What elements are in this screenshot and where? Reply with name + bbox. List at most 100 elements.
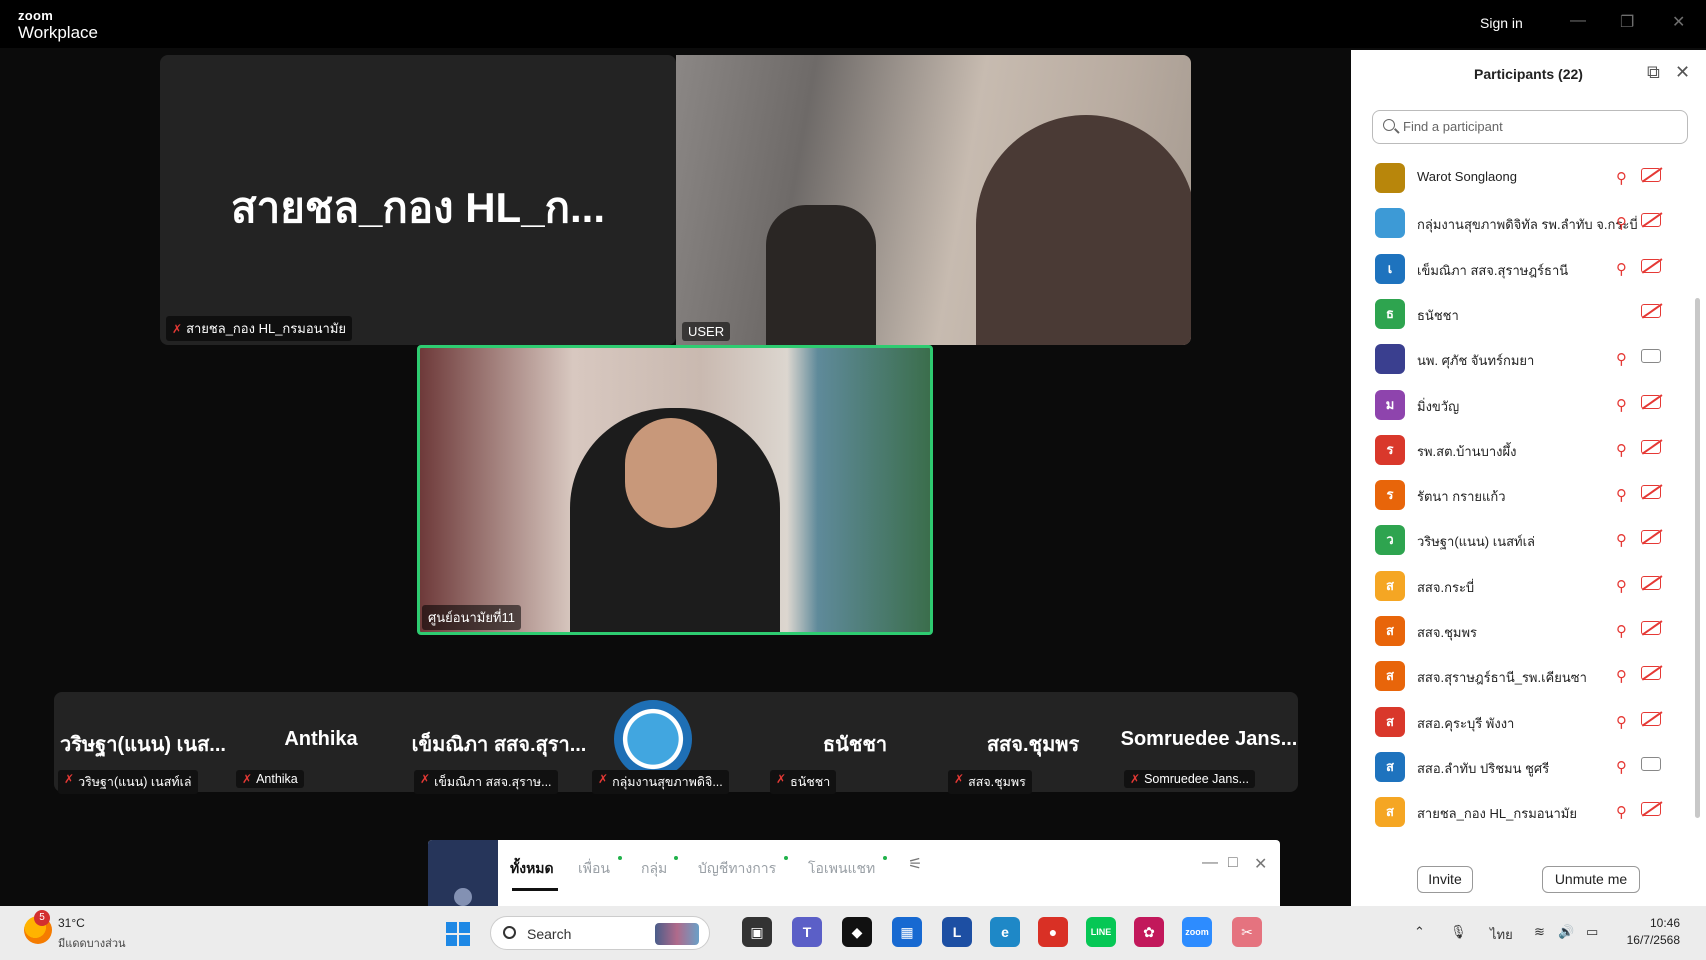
minimize-button[interactable]: — [1570, 12, 1586, 30]
participant-row[interactable]: ธ ธนัชชา [1351, 290, 1691, 335]
participant-row[interactable]: ร รพ.สต.บ้านบางผึ้ง ⚲ [1351, 426, 1691, 471]
input-language[interactable]: ไทย [1490, 924, 1513, 945]
mic-muted-icon[interactable]: ⚲ [1616, 214, 1627, 232]
chat-tab-all[interactable]: ทั้งหมด [510, 858, 554, 880]
video-off-icon[interactable] [1641, 213, 1661, 228]
video-tile-name-only[interactable]: สายชล_กอง HL_ก... ✗ สายชล_กอง HL_กรมอนาม… [160, 55, 676, 345]
strip-tile[interactable]: สสจ.ชุมพร ✗ สสจ.ชุมพร [944, 692, 1122, 794]
participant-name: สสอ.คุระบุรี พังงา [1417, 715, 1515, 731]
wifi-icon[interactable]: ≋ [1534, 924, 1545, 940]
mic-muted-icon[interactable]: ⚲ [1616, 667, 1627, 685]
video-off-icon[interactable] [1641, 439, 1661, 454]
strip-tile[interactable]: Somruedee Jans... ✗ Somruedee Jans... [1120, 692, 1298, 792]
participant-list-scrollbar[interactable] [1695, 298, 1700, 818]
video-off-icon[interactable] [1641, 575, 1661, 590]
taskbar-search-box[interactable]: Search [490, 916, 710, 950]
video-off-icon[interactable] [1641, 485, 1661, 500]
video-off-icon[interactable] [1641, 802, 1661, 817]
weather-temperature: 31°C [58, 916, 85, 930]
snipping-app-icon[interactable]: ✂ [1232, 917, 1262, 947]
video-off-icon[interactable] [1641, 303, 1661, 318]
clock[interactable]: 10:46 16/7/2568 [1622, 915, 1680, 949]
teams-app-icon[interactable]: T [792, 917, 822, 947]
participant-row[interactable]: ส สสจ.สุราษฎร์ธานี_รพ.เคียนซา ⚲ [1351, 652, 1691, 697]
video-on-icon[interactable] [1641, 349, 1661, 364]
video-off-icon[interactable] [1641, 711, 1661, 726]
user-avatar[interactable] [454, 888, 472, 906]
participant-row[interactable]: ร รัตนา กรายแก้ว ⚲ [1351, 471, 1691, 516]
chat-tab-openchat[interactable]: โอเพนแชท [808, 858, 875, 880]
participant-row[interactable]: ม มิ่งขวัญ ⚲ [1351, 381, 1691, 426]
task-view-app-icon[interactable]: ▣ [742, 917, 772, 947]
participant-row[interactable]: กลุ่มงานสุขภาพดิจิทัล รพ.ลำทับ จ.กระบี่ ⚲ [1351, 199, 1691, 244]
participant-row[interactable]: ว วริษฐา(แนน) เนสท์เล่ ⚲ [1351, 516, 1691, 561]
sign-in-button[interactable]: Sign in [1480, 15, 1523, 31]
video-tile-user[interactable]: USER [676, 55, 1191, 345]
video-off-icon[interactable] [1641, 530, 1661, 545]
volume-icon[interactable]: 🔊 [1558, 924, 1574, 940]
chat-tab-friends[interactable]: เพื่อน [578, 858, 610, 880]
mic-muted-icon[interactable]: ⚲ [1616, 758, 1627, 776]
strip-display-name: Somruedee Jans... [1120, 728, 1298, 750]
mic-muted-icon[interactable]: ⚲ [1616, 350, 1627, 368]
start-button[interactable] [446, 922, 470, 946]
strip-tile[interactable]: เข็มณิภา สสจ.สุรา... ✗ เข็มณิภา สสจ.สุราษ… [410, 692, 588, 794]
participant-row[interactable]: ส สสอ.ลำทับ ปริชมน ชูศรี ⚲ [1351, 743, 1691, 788]
video-off-icon[interactable] [1641, 621, 1661, 635]
edge-app-icon[interactable]: e [990, 917, 1020, 947]
chat-close-button[interactable]: ✕ [1254, 854, 1267, 874]
participant-row[interactable]: ส สสจ.ชุมพร ⚲ [1351, 607, 1691, 652]
l-app-app-icon[interactable]: L [942, 917, 972, 947]
pop-out-icon[interactable]: ⧉ [1647, 62, 1660, 83]
search-icon [1383, 119, 1395, 131]
restore-button[interactable]: ❐ [1620, 12, 1634, 32]
video-off-icon[interactable] [1641, 394, 1661, 409]
participant-row[interactable]: Warot Songlaong ⚲ [1351, 154, 1691, 199]
video-off-icon[interactable] [1641, 168, 1661, 182]
chevron-up-icon[interactable]: ⌃ [1414, 924, 1425, 940]
strip-tile[interactable]: Anthika ✗ Anthika [232, 692, 410, 792]
mic-muted-icon[interactable]: ⚲ [1616, 486, 1627, 504]
participant-row[interactable]: นพ. ศุภัช จันทร์กมยา ⚲ [1351, 335, 1691, 380]
unmute-me-button[interactable]: Unmute me [1542, 866, 1640, 893]
close-window-button[interactable]: ✕ [1672, 12, 1685, 32]
chat-tab-official[interactable]: บัญชีทางการ [698, 858, 776, 880]
photos-app-icon[interactable]: ✿ [1134, 917, 1164, 947]
mic-muted-icon[interactable]: ⚲ [1616, 622, 1627, 640]
mic-muted-icon[interactable]: ⚲ [1616, 260, 1627, 278]
mic-muted-icon[interactable]: ⚲ [1616, 169, 1627, 187]
mic-muted-icon[interactable]: ⚲ [1616, 531, 1627, 549]
strip-tile[interactable]: ธนัชชา ✗ ธนัชชา [766, 692, 944, 794]
battery-icon[interactable]: ▭ [1586, 924, 1598, 940]
video-off-icon[interactable] [1641, 258, 1661, 273]
mic-muted-icon[interactable]: ⚲ [1616, 713, 1627, 731]
active-speaker-tile[interactable]: ศูนย์อนามัยที่11 [417, 345, 933, 635]
line-app-icon[interactable]: LINE [1086, 917, 1116, 947]
close-panel-icon[interactable]: ✕ [1675, 62, 1690, 83]
participant-search-input[interactable]: Find a participant [1372, 110, 1688, 144]
participant-row[interactable]: ส สสจ.กระบี่ ⚲ [1351, 562, 1691, 607]
chrome-app-icon[interactable]: ● [1038, 917, 1068, 947]
invite-button[interactable]: Invite [1417, 866, 1473, 893]
participant-row[interactable]: ส สายชล_กอง HL_กรมอนามัย ⚲ [1351, 788, 1691, 833]
video-on-icon[interactable] [1641, 756, 1661, 771]
mic-muted-icon[interactable]: ⚲ [1616, 577, 1627, 595]
zoom-app-icon[interactable]: zoom [1182, 917, 1212, 947]
strip-tile[interactable]: วริษฐา(แนน) เนส... ✗ วริษฐา(แนน) เนสท์เล่ [54, 692, 232, 794]
filter-icon[interactable]: ⚟ [908, 854, 922, 874]
dropbox-app-icon[interactable]: ◆ [842, 917, 872, 947]
participant-row[interactable]: เ เข็มณิภา สสจ.สุราษฎร์ธานี ⚲ [1351, 245, 1691, 290]
mic-muted-icon[interactable]: ⚲ [1616, 396, 1627, 414]
chat-maximize-button[interactable]: □ [1228, 854, 1238, 872]
mic-muted-icon[interactable]: ⚲ [1616, 441, 1627, 459]
participant-name: เข็มณิภา สสจ.สุราษฎร์ธานี [1417, 262, 1569, 278]
chat-minimize-button[interactable]: — [1202, 854, 1218, 872]
mic-muted-icon[interactable]: ⚲ [1616, 803, 1627, 821]
chat-tab-groups[interactable]: กลุ่ม [641, 858, 667, 880]
video-off-icon[interactable] [1641, 666, 1661, 681]
strip-name-label: ธนัชชา [790, 775, 831, 789]
microphone-icon[interactable]: 🎙 [1450, 924, 1467, 940]
store-app-icon[interactable]: ▦ [892, 917, 922, 947]
participant-row[interactable]: ส สสอ.คุระบุรี พังงา ⚲ [1351, 698, 1691, 743]
strip-tile[interactable]: ✗ กลุ่มงานสุขภาพดิจิ... [588, 692, 766, 794]
